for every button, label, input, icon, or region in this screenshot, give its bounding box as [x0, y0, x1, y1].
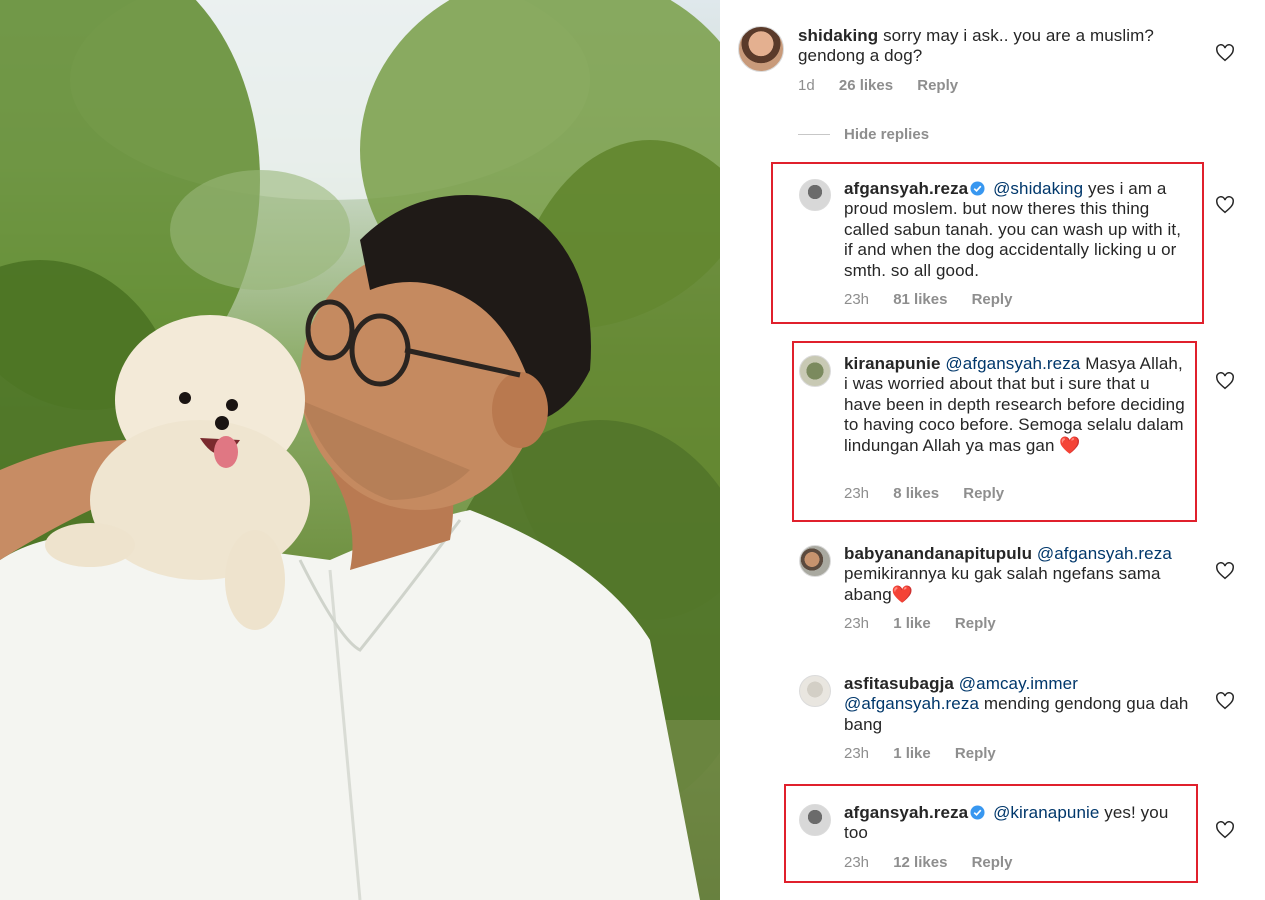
mention-link[interactable]: @kiranapunie: [993, 803, 1099, 822]
reply-asfitasubagja: asfitasubagja @amcay.immer @afgansyah.re…: [720, 670, 1265, 770]
heart-emoji: ❤️: [891, 584, 914, 604]
comment-shidaking: shidaking sorry may i ask.. you are a mu…: [720, 0, 1265, 110]
likes-count[interactable]: 81 likes: [893, 291, 947, 308]
username[interactable]: afgansyah.reza: [844, 803, 968, 822]
heart-icon[interactable]: [1215, 821, 1235, 839]
timestamp: 23h: [844, 854, 870, 871]
divider: [798, 134, 830, 135]
heart-icon[interactable]: [1215, 562, 1235, 580]
heart-icon[interactable]: [1215, 372, 1235, 390]
timestamp: 1d: [798, 77, 815, 94]
verified-badge-icon: [970, 805, 985, 820]
timestamp: 23h: [844, 615, 870, 632]
likes-count[interactable]: 1 like: [893, 745, 931, 762]
avatar[interactable]: [799, 804, 831, 836]
comment-meta: 23h 1 like Reply: [844, 615, 1016, 632]
comment-meta: 23h 8 likes Reply: [844, 485, 1024, 502]
mention-link[interactable]: @afgansyah.reza: [1037, 544, 1172, 563]
hide-replies-button[interactable]: Hide replies: [798, 126, 929, 143]
reply-button[interactable]: Reply: [955, 615, 996, 632]
comment-meta: 23h 1 like Reply: [844, 745, 1016, 762]
username[interactable]: babyanandanapitupulu: [844, 544, 1032, 563]
verified-badge-icon: [970, 181, 985, 196]
reply-button[interactable]: Reply: [972, 291, 1013, 308]
mention-link[interactable]: @shidaking: [993, 179, 1083, 198]
reply-button[interactable]: Reply: [963, 485, 1004, 502]
timestamp: 23h: [844, 745, 870, 762]
comment-text-line1: Masya: [1080, 354, 1136, 373]
likes-count[interactable]: 26 likes: [839, 77, 893, 94]
mention-link[interactable]: @afgansyah.reza: [844, 694, 979, 713]
likes-count[interactable]: 12 likes: [893, 854, 947, 871]
reply-button[interactable]: Reply: [955, 745, 996, 762]
heart-icon[interactable]: [1215, 44, 1235, 62]
comment-text: proud moslem. but now theres this thing …: [844, 199, 1182, 280]
avatar[interactable]: [799, 355, 831, 387]
post-photo: [0, 0, 720, 900]
heart-icon[interactable]: [1215, 692, 1235, 710]
username[interactable]: asfitasubagja: [844, 674, 954, 693]
timestamp: 23h: [844, 291, 870, 308]
comment-body: shidaking sorry may i ask.. you are a mu…: [798, 26, 1198, 67]
reply-afgansyah-1: afgansyah.reza @shidaking yes i am a pro…: [720, 162, 1265, 324]
avatar[interactable]: [799, 179, 831, 211]
man-with-dog-photo: [0, 0, 720, 900]
mention-link[interactable]: @afgansyah.reza: [945, 354, 1080, 373]
heart-icon[interactable]: [1215, 196, 1235, 214]
username[interactable]: afgansyah.reza: [844, 179, 968, 198]
heart-emoji: ❤️: [1059, 435, 1081, 455]
comment-body: afgansyah.reza @kiranapunie yes! you too: [844, 803, 1189, 844]
likes-count[interactable]: 8 likes: [893, 485, 939, 502]
mention-link[interactable]: @amcay.immer: [959, 674, 1078, 693]
comments-panel: shidaking sorry may i ask.. you are a mu…: [720, 0, 1265, 900]
reply-kiranapunie: kiranapunie @afgansyah.reza Masya Allah,…: [720, 341, 1265, 522]
comment-body: asfitasubagja @amcay.immer @afgansyah.re…: [844, 674, 1189, 735]
reply-button[interactable]: Reply: [917, 77, 958, 94]
username[interactable]: kiranapunie: [844, 354, 941, 373]
comment-body: kiranapunie @afgansyah.reza Masya Allah,…: [844, 354, 1189, 456]
screenshot-root: shidaking sorry may i ask.. you are a mu…: [0, 0, 1265, 900]
comment-meta: 23h 81 likes Reply: [844, 291, 1032, 308]
avatar[interactable]: [738, 26, 784, 72]
timestamp: 23h: [844, 485, 870, 502]
reply-afgansyah-2: afgansyah.reza @kiranapunie yes! you too…: [720, 784, 1265, 883]
avatar[interactable]: [799, 675, 831, 707]
avatar[interactable]: [799, 545, 831, 577]
comment-body: babyanandanapitupulu @afgansyah.reza pem…: [844, 544, 1189, 605]
reply-button[interactable]: Reply: [972, 854, 1013, 871]
comment-body: afgansyah.reza @shidaking yes i am a pro…: [844, 179, 1189, 281]
hide-replies-label: Hide replies: [844, 126, 930, 143]
username[interactable]: shidaking: [798, 26, 878, 45]
comment-meta: 23h 12 likes Reply: [844, 854, 1032, 871]
comment-meta: 1d 26 likes Reply: [798, 77, 978, 94]
reply-babyanandanapitupulu: babyanandanapitupulu @afgansyah.reza pem…: [720, 540, 1265, 640]
likes-count[interactable]: 1 like: [893, 615, 931, 632]
comment-text-line1: yes i am a: [1083, 179, 1167, 198]
